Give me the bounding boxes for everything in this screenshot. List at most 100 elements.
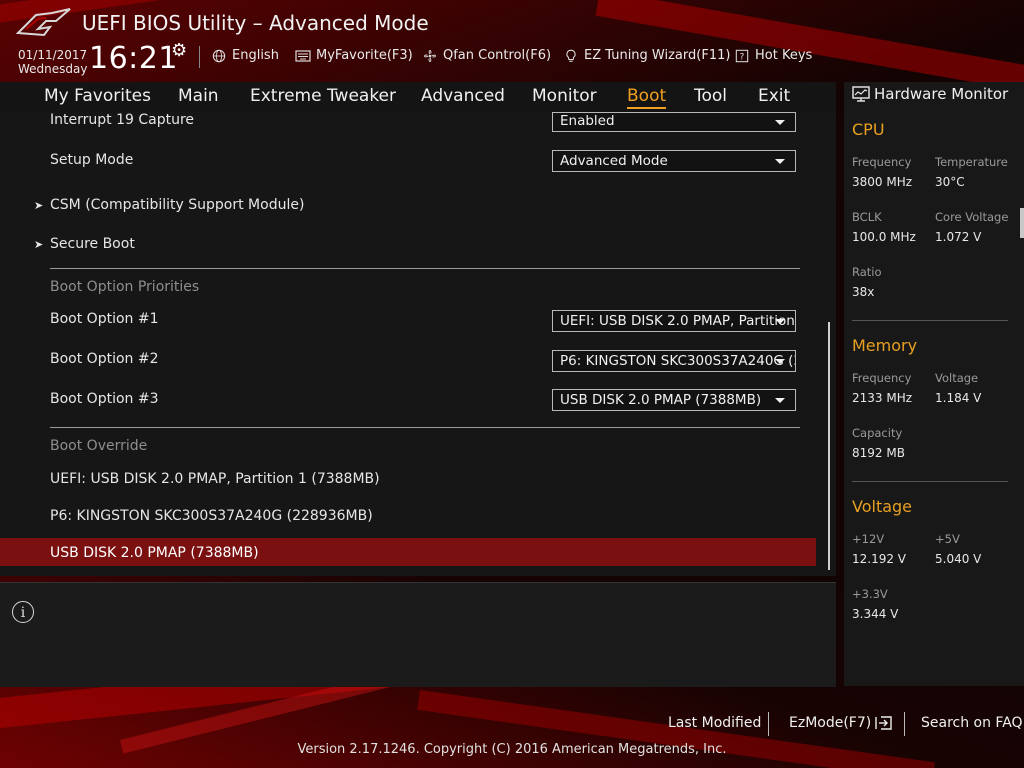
submenu-arrow-icon: ➤ — [34, 199, 44, 212]
hardware-monitor-label: Hardware Monitor — [874, 85, 1009, 103]
cpu-frequency-value: 3800 MHz — [852, 175, 913, 189]
language-button[interactable]: English — [211, 48, 279, 63]
boot-option-3-value: USB DISK 2.0 PMAP (7388MB) — [560, 392, 762, 408]
tab-exit[interactable]: Exit — [758, 86, 790, 106]
csm-submenu[interactable]: CSM (Compatibility Support Module) — [50, 197, 304, 213]
memory-voltage-value: 1.184 V — [935, 391, 982, 405]
lightbulb-icon — [566, 49, 576, 62]
boot-option-1-value: UEFI: USB DISK 2.0 PMAP, Partition 1 (73… — [560, 313, 795, 329]
bclk-label: BCLK — [852, 210, 882, 224]
boot-override-heading: Boot Override — [50, 438, 148, 454]
globe-icon — [212, 49, 226, 62]
divider — [904, 712, 905, 736]
v5-value: 5.040 V — [935, 552, 982, 566]
setup-mode-value: Advanced Mode — [560, 153, 668, 169]
boot-option-1-dropdown[interactable]: UEFI: USB DISK 2.0 PMAP, Partition 1 (73… — [552, 310, 796, 332]
v12-label: +12V — [852, 532, 885, 546]
language-label: English — [232, 48, 279, 63]
tab-my-favorites[interactable]: My Favorites — [44, 86, 151, 106]
boot-option-2-dropdown[interactable]: P6: KINGSTON SKC300S37A240G (228936MB) — [552, 350, 796, 372]
myfavorite-button[interactable]: MyFavorite(F3) — [295, 48, 413, 63]
core-voltage-value: 1.072 V — [935, 230, 982, 244]
date-text: 01/11/2017 — [18, 48, 88, 62]
core-voltage-label: Core Voltage — [935, 210, 1009, 224]
boot-option-2-value: P6: KINGSTON SKC300S37A240G (228936MB) — [560, 353, 795, 369]
gear-icon[interactable]: ⚙ — [171, 40, 187, 61]
section-divider — [50, 427, 800, 428]
keyboard-icon — [295, 49, 311, 62]
monitor-icon — [852, 86, 870, 102]
interrupt19-label: Interrupt 19 Capture — [50, 112, 194, 128]
boot-option-2-label: Boot Option #2 — [50, 351, 159, 367]
scrollbar[interactable] — [828, 322, 830, 570]
rog-logo-icon — [16, 8, 71, 37]
memory-capacity-value: 8192 MB — [852, 446, 905, 460]
chevron-down-icon — [775, 159, 785, 164]
v12-value: 12.192 V — [852, 552, 907, 566]
copyright-text: Version 2.17.1246. Copyright (C) 2016 Am… — [297, 742, 727, 757]
v33-label: +3.3V — [852, 587, 888, 601]
hot-keys-button[interactable]: ? Hot Keys — [734, 48, 812, 63]
boot-option-3-label: Boot Option #3 — [50, 391, 159, 407]
divider — [199, 46, 200, 68]
setup-mode-label: Setup Mode — [50, 152, 134, 168]
bclk-value: 100.0 MHz — [852, 230, 916, 244]
boot-settings-panel: Interrupt 19 Capture Enabled Setup Mode … — [0, 112, 836, 576]
exit-arrow-icon — [875, 716, 892, 730]
boot-override-item-selected[interactable]: USB DISK 2.0 PMAP (7388MB) — [50, 545, 259, 561]
secure-boot-submenu[interactable]: Secure Boot — [50, 236, 135, 252]
qfan-control-button[interactable]: Qfan Control(F6) — [422, 48, 551, 63]
tab-extreme-tweaker[interactable]: Extreme Tweaker — [250, 86, 396, 106]
hardware-monitor-panel: Hardware Monitor CPU Frequency 3800 MHz … — [844, 82, 1024, 686]
voltage-heading: Voltage — [852, 497, 913, 516]
hot-keys-label: Hot Keys — [755, 48, 813, 63]
svg-text:?: ? — [740, 52, 745, 62]
weekday-text: Wednesday — [18, 62, 88, 76]
ratio-value: 38x — [852, 285, 875, 299]
boot-override-item[interactable]: P6: KINGSTON SKC300S37A240G (228936MB) — [50, 508, 373, 524]
memory-voltage-label: Voltage — [935, 371, 979, 385]
memory-frequency-value: 2133 MHz — [852, 391, 913, 405]
date-display: 01/11/2017 Wednesday — [18, 48, 87, 76]
cpu-heading: CPU — [852, 120, 885, 139]
ez-tuning-wizard-button[interactable]: EZ Tuning Wizard(F11) — [563, 48, 730, 63]
ezmode-button[interactable]: EzMode(F7) — [789, 715, 894, 731]
tab-advanced[interactable]: Advanced — [421, 86, 505, 106]
ezmode-label: EzMode(F7) — [789, 715, 872, 731]
chevron-down-icon — [775, 398, 785, 403]
header: UEFI BIOS Utility – Advanced Mode 01/11/… — [0, 0, 1024, 82]
chevron-down-icon — [775, 359, 785, 364]
cpu-temperature-value: 30°C — [935, 175, 965, 189]
myfavorite-label: MyFavorite(F3) — [316, 48, 413, 63]
qfan-control-label: Qfan Control(F6) — [443, 48, 552, 63]
app-title: UEFI BIOS Utility – Advanced Mode — [82, 11, 429, 35]
boot-priorities-heading: Boot Option Priorities — [50, 279, 200, 295]
tab-tool[interactable]: Tool — [694, 86, 727, 106]
setup-mode-dropdown[interactable]: Advanced Mode — [552, 150, 796, 172]
memory-heading: Memory — [852, 336, 918, 355]
tab-boot[interactable]: Boot — [627, 86, 667, 109]
tab-main[interactable]: Main — [178, 86, 219, 106]
help-box-icon: ? — [735, 49, 749, 62]
search-faq-button[interactable]: Search on FAQ — [921, 715, 1023, 731]
section-divider — [50, 268, 800, 269]
chevron-down-icon — [775, 319, 785, 324]
interrupt19-dropdown[interactable]: Enabled — [552, 112, 796, 132]
tab-monitor[interactable]: Monitor — [532, 86, 597, 106]
interrupt19-value: Enabled — [560, 113, 615, 129]
submenu-arrow-icon: ➤ — [34, 238, 44, 251]
cpu-frequency-label: Frequency — [852, 155, 912, 169]
clock-time: 16:21 — [89, 41, 178, 76]
divider — [768, 712, 769, 736]
boot-option-3-dropdown[interactable]: USB DISK 2.0 PMAP (7388MB) — [552, 389, 796, 411]
section-divider — [852, 481, 1008, 482]
ratio-label: Ratio — [852, 265, 882, 279]
help-description-bar: i — [0, 582, 836, 687]
v33-value: 3.344 V — [852, 607, 899, 621]
info-icon: i — [12, 601, 34, 623]
boot-override-item[interactable]: UEFI: USB DISK 2.0 PMAP, Partition 1 (73… — [50, 471, 380, 487]
last-modified-button[interactable]: Last Modified — [668, 715, 761, 731]
panel-scroll-indicator — [1020, 208, 1024, 238]
section-divider — [852, 320, 1008, 321]
memory-frequency-label: Frequency — [852, 371, 912, 385]
